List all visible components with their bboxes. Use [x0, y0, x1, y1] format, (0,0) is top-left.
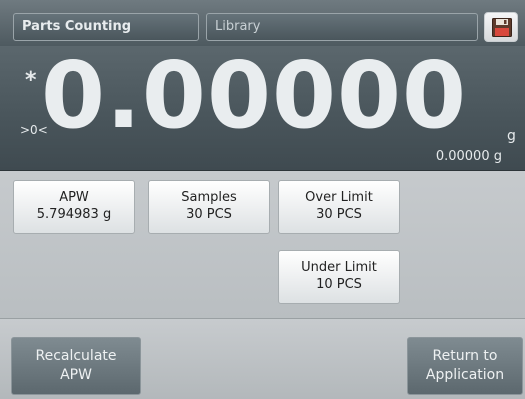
recalculate-label-line1: Recalculate [35, 348, 117, 364]
weight-display: * >0< 0.00000 g 0.00000 g [0, 42, 525, 171]
over-limit-label: Over Limit [305, 190, 373, 205]
return-to-application-button[interactable]: Return to Application [407, 337, 523, 395]
recalculate-apw-button[interactable]: Recalculate APW [11, 337, 141, 395]
floppy-disk-icon [492, 18, 512, 37]
over-limit-button[interactable]: Over Limit 30 PCS [278, 180, 400, 234]
parameter-panel: APW 5.794983 g Samples 30 PCS Over Limit… [0, 171, 525, 318]
samples-value: 30 PCS [186, 207, 232, 222]
apw-button[interactable]: APW 5.794983 g [13, 180, 135, 234]
footer-bar: Recalculate APW Return to Application [0, 318, 525, 399]
library-tab[interactable]: Library [206, 13, 478, 41]
samples-button[interactable]: Samples 30 PCS [148, 180, 270, 234]
secondary-reading: 0.00000 g [435, 149, 502, 164]
apw-label: APW [59, 190, 89, 205]
main-reading: 0.00000 [40, 42, 467, 149]
save-button[interactable] [484, 12, 518, 42]
under-limit-label: Under Limit [301, 260, 377, 275]
header-bar: Parts Counting Library [0, 0, 525, 46]
under-limit-value: 10 PCS [316, 277, 362, 292]
over-limit-value: 30 PCS [316, 207, 362, 222]
reading-unit: g [507, 128, 516, 144]
return-label-line2: Application [425, 367, 505, 383]
recalculate-label-line2: APW [60, 367, 92, 383]
apw-value: 5.794983 g [36, 207, 112, 222]
samples-label: Samples [181, 190, 237, 205]
stable-indicator: * [25, 68, 37, 93]
under-limit-button[interactable]: Under Limit 10 PCS [278, 250, 400, 304]
application-tab[interactable]: Parts Counting [13, 13, 199, 41]
return-label-line1: Return to [432, 348, 498, 364]
